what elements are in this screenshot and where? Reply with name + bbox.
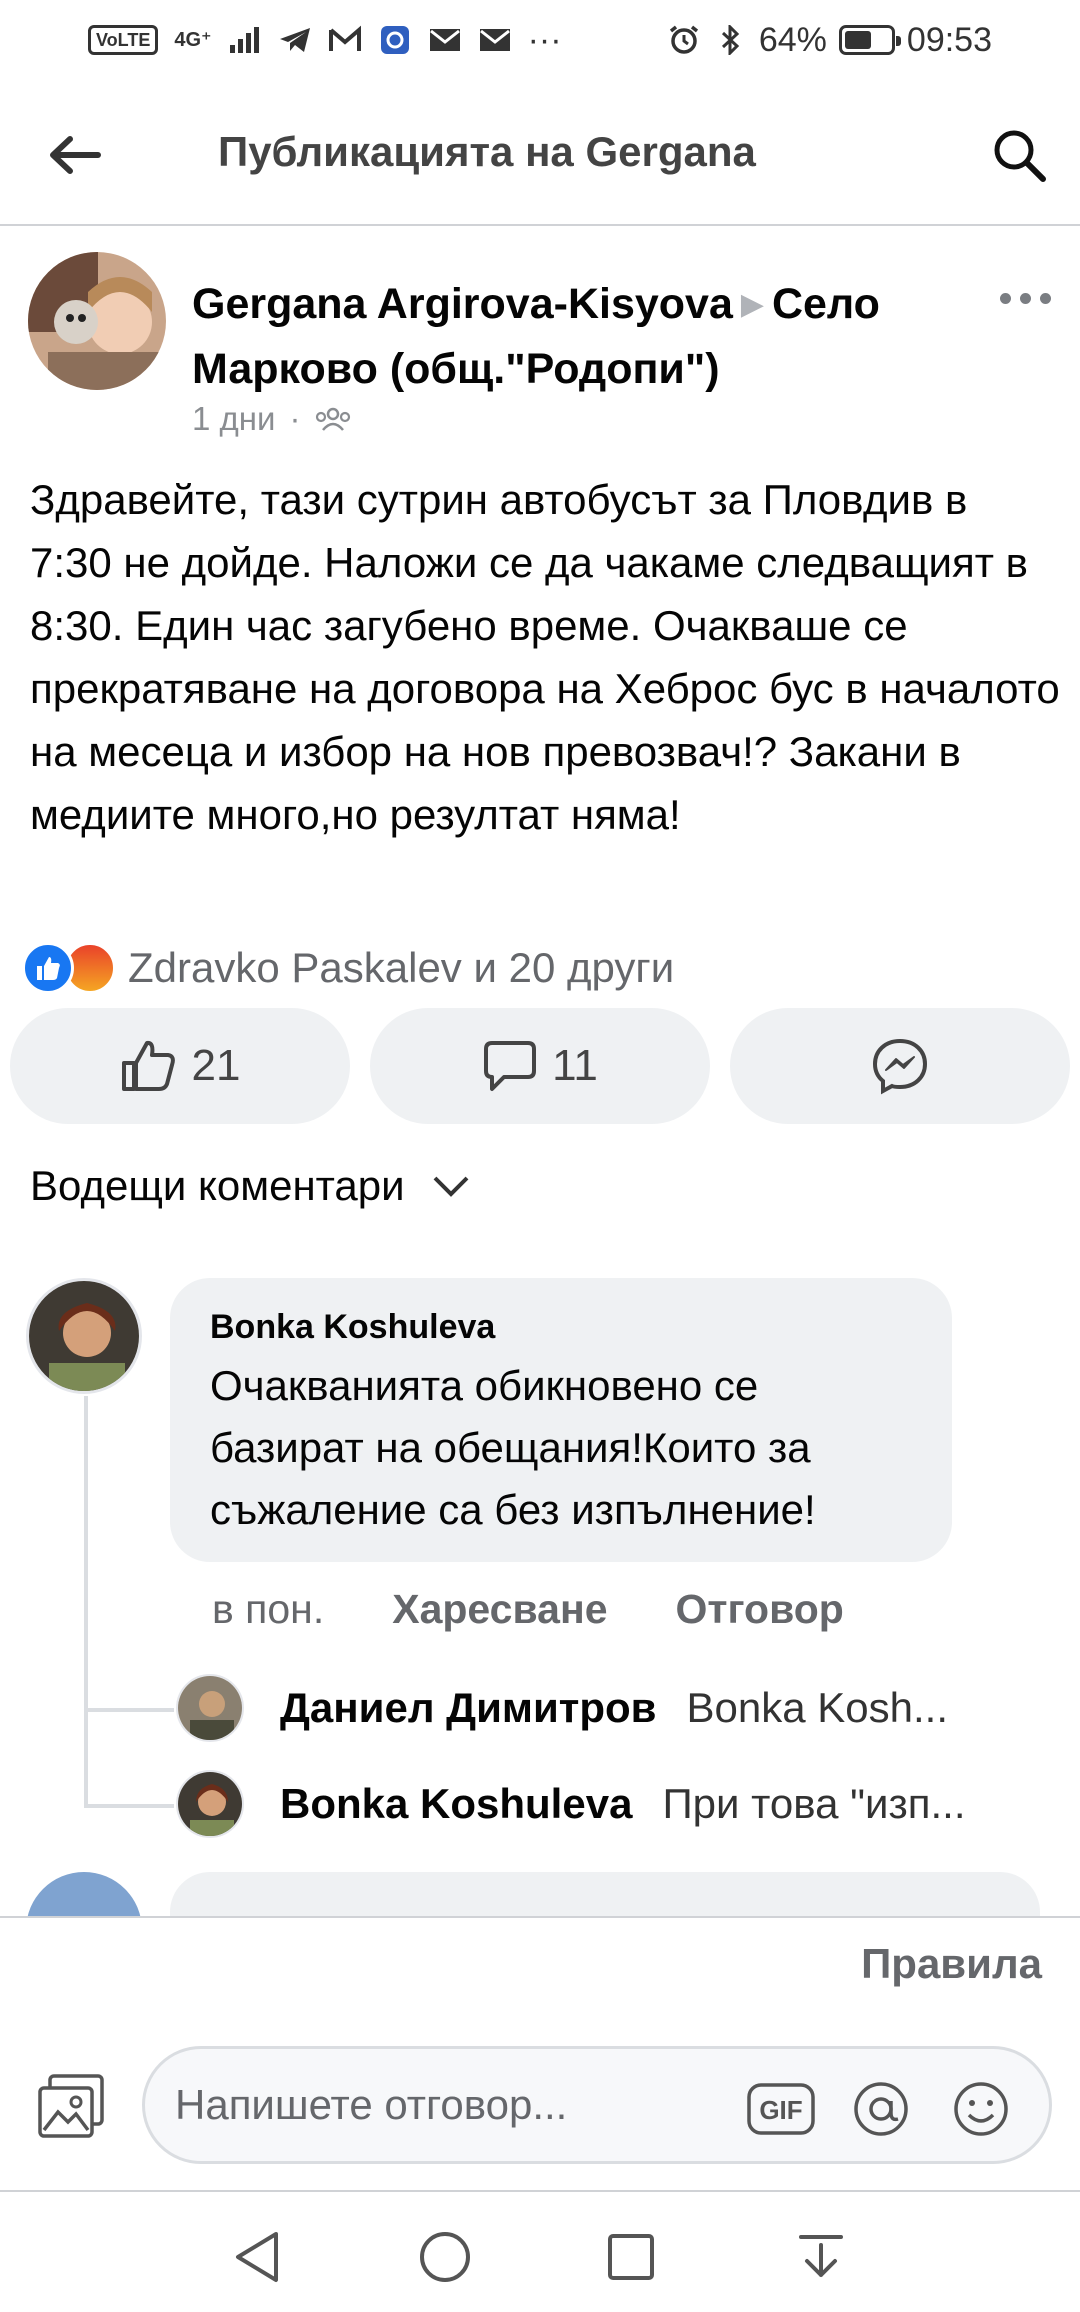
more-notifications: ··· <box>527 20 562 59</box>
reply-author: Даниел Димитров <box>280 1684 657 1731</box>
arrow-left-icon <box>50 136 101 174</box>
more-dot <box>1039 292 1051 304</box>
comment-time[interactable]: в пон. <box>212 1586 324 1633</box>
app-icon <box>380 26 409 54</box>
thumbs-up-icon <box>121 1040 175 1091</box>
gif-label: GIF <box>759 2095 802 2125</box>
comment-text: Очакванията обикновено се базират на обе… <box>210 1362 816 1533</box>
mention-button[interactable] <box>845 2073 917 2145</box>
photo-button[interactable] <box>34 2068 110 2144</box>
like-count: 21 <box>191 1041 241 1090</box>
comment-author[interactable]: Bonka Koshuleva <box>210 1308 912 1347</box>
reply-avatar <box>176 1770 244 1838</box>
avatar-photo <box>28 252 166 390</box>
rules-link[interactable]: Правила <box>861 1940 1042 1988</box>
pull-down-icon <box>799 2235 843 2277</box>
post-meta: 1 дни · <box>192 400 352 438</box>
nav-notifications-button[interactable] <box>786 2222 856 2292</box>
search-button[interactable] <box>984 120 1054 190</box>
group-icon <box>316 407 351 431</box>
post-options-button[interactable] <box>990 278 1060 318</box>
more-dot <box>1019 292 1031 304</box>
volte-indicator: VoLTE <box>88 25 159 55</box>
app-header: Публикацията на Gergana <box>0 80 1080 226</box>
post-actions: 21 11 <box>10 1008 1070 1124</box>
post-text: Здравейте, тази сутрин автобусът за Плов… <box>30 476 1060 838</box>
at-sign-icon <box>854 2082 908 2136</box>
reactions-summary[interactable]: Zdravko Paskalev и 20 други <box>22 940 674 996</box>
reply-preview[interactable]: Даниел Димитров Bonka Kosh... <box>176 1672 1056 1744</box>
commenter-avatar[interactable] <box>26 1278 142 1394</box>
thread-connector <box>84 1804 174 1808</box>
reactors-text: Zdravko Paskalev и 20 други <box>128 944 675 991</box>
alarm-icon <box>669 25 698 54</box>
chevron-down-icon <box>433 1176 468 1197</box>
nav-home-button[interactable] <box>410 2222 480 2292</box>
post-time[interactable]: 1 дни <box>192 400 275 438</box>
shared-to-arrow-icon: ▶ <box>740 288 764 321</box>
like-button[interactable]: 21 <box>10 1008 350 1124</box>
comment-like-button[interactable]: Харесване <box>392 1586 607 1633</box>
photo-icon <box>38 2074 104 2138</box>
messenger-icon <box>872 1038 928 1095</box>
page-title: Публикацията на Gergana <box>218 128 756 175</box>
reply-input-box: GIF <box>142 2046 1052 2164</box>
comment-count: 11 <box>552 1041 598 1090</box>
thread-connector <box>84 1708 174 1712</box>
smiley-icon <box>954 2082 1008 2136</box>
author-name[interactable]: Gergana Argirova-Kisyova <box>192 280 733 328</box>
comment-reply-button[interactable]: Отговор <box>676 1586 844 1633</box>
post-author-line: Gergana Argirova-Kisyova ▶ Село Марково (о… <box>192 272 972 401</box>
square-recents-icon <box>608 2234 654 2280</box>
more-dot <box>999 292 1011 304</box>
reply-composer: Правила GIF <box>0 1916 1080 2190</box>
mail-icon <box>479 29 510 51</box>
gmail-icon <box>328 25 361 51</box>
bluetooth-icon <box>721 25 740 55</box>
telegram-icon <box>279 28 310 52</box>
circle-home-icon <box>420 2232 470 2282</box>
emoji-button[interactable] <box>945 2073 1017 2145</box>
triangle-back-icon <box>236 2232 278 2282</box>
search-icon <box>994 130 1046 182</box>
gif-button[interactable]: GIF <box>745 2073 817 2145</box>
comment-button[interactable]: 11 <box>370 1008 710 1124</box>
comment-sort-label: Водещи коментари <box>30 1162 405 1209</box>
like-reaction-icon <box>22 942 74 994</box>
comment-icon <box>484 1041 537 1091</box>
back-button[interactable] <box>40 120 110 190</box>
avatar-photo <box>29 1281 139 1391</box>
meta-separator: · <box>289 400 301 437</box>
comment-actions: в пон. Харесване Отговор <box>212 1586 844 1633</box>
messenger-share-button[interactable] <box>730 1008 1070 1124</box>
gif-icon: GIF <box>747 2083 815 2135</box>
author-avatar[interactable] <box>28 252 166 390</box>
system-nav-bar <box>0 2190 1080 2312</box>
comment-sort-dropdown[interactable]: Водещи коментари <box>30 1162 471 1210</box>
network-type: 4G⁺ <box>174 29 212 51</box>
reply-input[interactable] <box>175 2069 735 2141</box>
reply-text: Bonka Kosh... <box>686 1684 949 1731</box>
status-bar: VoLTE 4G⁺ ··· 64% 09:53 <box>0 0 1080 80</box>
clock: 09:53 <box>906 20 992 59</box>
battery-icon <box>838 25 901 55</box>
thread-line <box>84 1396 88 1806</box>
comment-bubble: Bonka Koshuleva Очакванията обикновено с… <box>170 1278 952 1562</box>
reply-text: При това "изп... <box>662 1780 966 1827</box>
reply-author: Bonka Koshuleva <box>280 1780 633 1827</box>
reply-preview[interactable]: Bonka Koshuleva При това "изп... <box>176 1768 1056 1840</box>
nav-back-button[interactable] <box>222 2222 292 2292</box>
battery-percent: 64% <box>758 20 827 59</box>
nav-recents-button[interactable] <box>596 2222 666 2292</box>
reply-avatar <box>176 1674 244 1742</box>
mail-icon <box>429 29 460 51</box>
signal-icon <box>229 27 259 53</box>
